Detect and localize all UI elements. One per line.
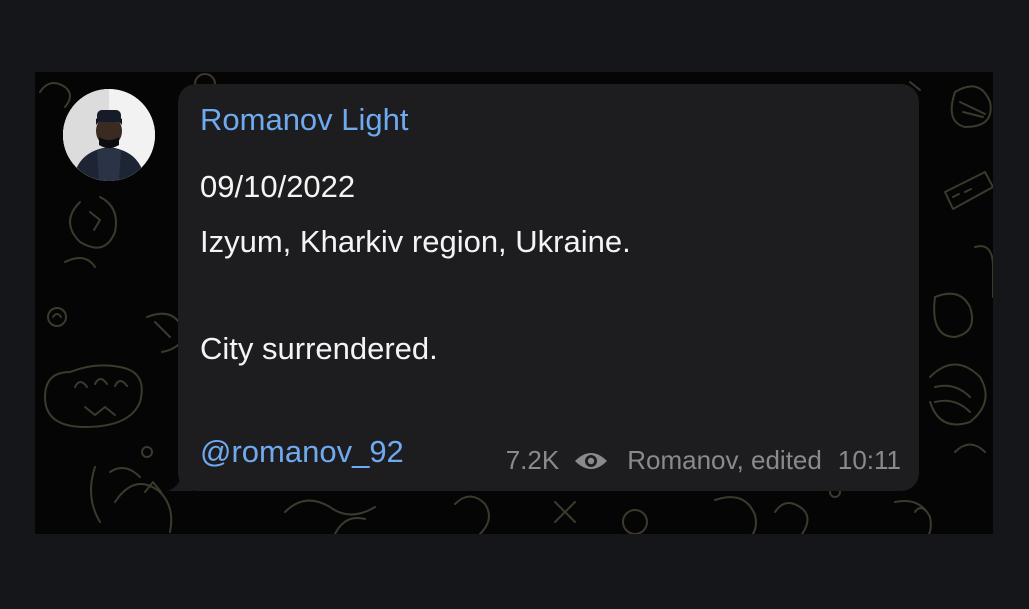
message-location-line: Izyum, Kharkiv region, Ukraine. bbox=[200, 224, 631, 259]
avatar[interactable] bbox=[63, 89, 155, 181]
view-count: 7.2K bbox=[505, 445, 560, 475]
message-bubble[interactable]: Romanov Light 09/10/2022 Izyum, Kharkiv … bbox=[178, 84, 919, 491]
sender-name[interactable]: Romanov Light bbox=[200, 102, 409, 138]
message-status-line: City surrendered. bbox=[200, 331, 438, 366]
eye-icon bbox=[575, 452, 608, 469]
author-edited-label: Romanov, edited bbox=[627, 445, 822, 475]
channel-link[interactable]: @romanov_92 bbox=[200, 434, 404, 470]
avatar-photo bbox=[63, 89, 155, 181]
message-meta: 7.2K Romanov, edited 10:11 bbox=[506, 445, 901, 476]
chat-area: Romanov Light 09/10/2022 Izyum, Kharkiv … bbox=[35, 72, 993, 534]
message-time: 10:11 bbox=[837, 445, 901, 475]
message-date-line: 09/10/2022 bbox=[200, 169, 356, 204]
